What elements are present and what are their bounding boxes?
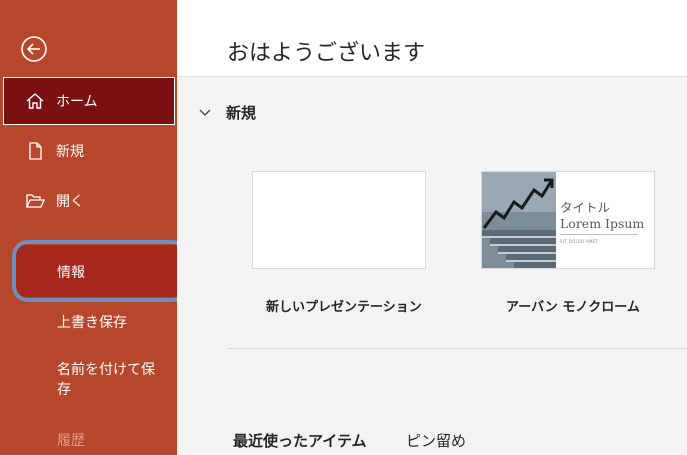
sidebar-item-label: ホーム [56,94,98,110]
thumbnail-title: タイトル Lorem Ipsum [560,200,645,231]
urban-monochrome-thumbnail[interactable]: タイトル Lorem Ipsum SIT DOLOR AMET [481,171,655,269]
content-area: 新規 タイトル Lorem Ipsum SIT DOLOR AMET 新しいプレ… [177,77,687,455]
sidebar-item-history[interactable]: 履歴 [57,430,85,450]
home-icon [24,90,46,112]
sidebar-item-label: 新規 [56,144,84,160]
sidebar-item-label: 履歴 [57,433,85,449]
back-button[interactable] [19,34,49,64]
sidebar-item-label: 名前を付けて保存 [57,362,155,398]
sidebar-item-home[interactable]: ホーム [3,77,175,125]
annotation-ring [12,240,188,302]
sidebar-item-label: 上書き保存 [57,315,127,331]
sidebar-item-label: 情報 [57,265,85,281]
thumbnail-divider [560,234,638,235]
sidebar-item-save-as[interactable]: 名前を付けて保存 [57,360,167,400]
section-divider [227,348,687,349]
backstage-main: おはようございます 新規 タイトル Lorem Ipsum SIT DOLOR … [177,0,687,455]
backstage-sidebar: ホーム 新規 開く 情報 上書き保存 名前を付けて保存 履歴 [0,0,188,455]
tab-recent[interactable]: 最近使ったアイテム [233,430,367,451]
sidebar-item-new[interactable]: 新規 [3,127,175,175]
new-section-toggle[interactable]: 新規 [198,102,256,123]
back-arrow-icon [21,36,47,62]
template-label[interactable]: 新しいプレゼンテーション [266,296,422,315]
sidebar-item-open[interactable]: 開く [3,177,175,225]
blank-presentation-thumbnail[interactable] [252,171,426,269]
section-title: 新規 [226,104,257,122]
sidebar-item-label: 開く [56,194,84,210]
greeting-title: おはようございます [227,41,426,66]
stairs-chart-image [482,172,556,268]
sidebar-item-info[interactable]: 情報 [12,240,189,302]
folder-open-icon [24,190,46,212]
chevron-down-icon [199,109,211,116]
thumbnail-subtitle: SIT DOLOR AMET [560,239,599,244]
sidebar-item-save[interactable]: 上書き保存 [3,298,175,346]
header: おはようございます [177,0,687,77]
template-label[interactable]: アーバン モノクローム [506,296,640,315]
tab-pinned[interactable]: ピン留め [406,430,466,451]
new-document-icon [24,140,46,162]
